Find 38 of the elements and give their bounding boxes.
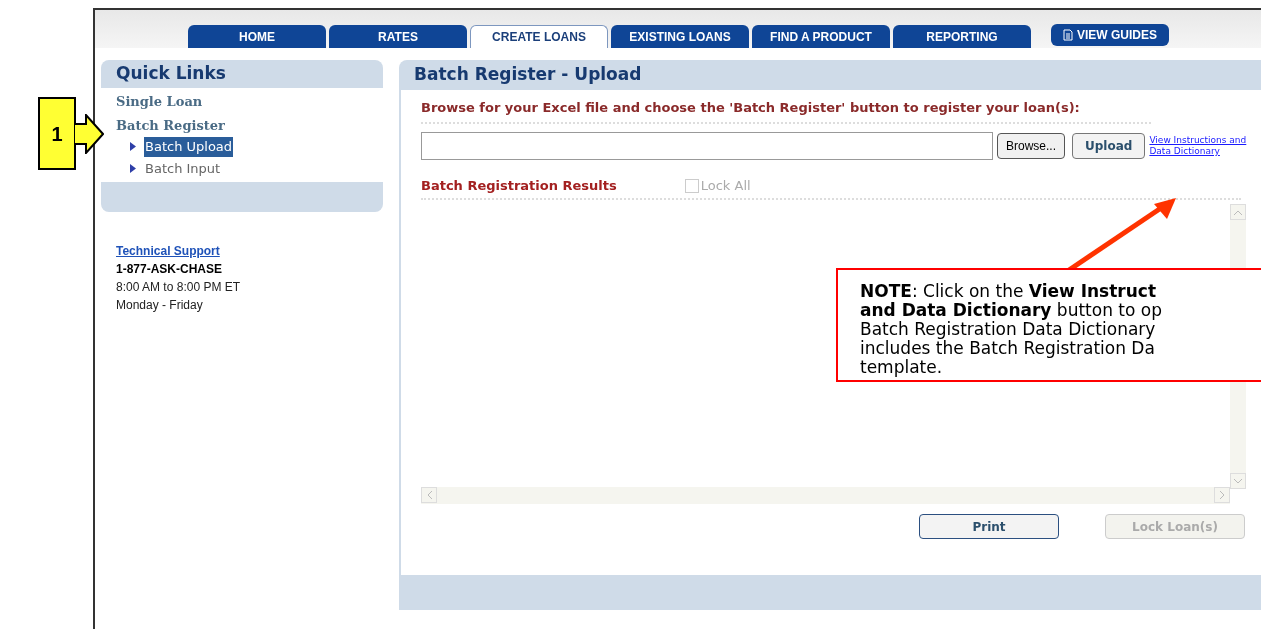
view-guides-button[interactable]: VIEW GUIDES [1051,24,1169,46]
instruction-text: Browse for your Excel file and choose the 'Batch Register' button to register your loan(s): [421,98,1151,124]
support-days: Monday - Friday [116,296,383,314]
nav-tab[interactable]: FIND A PRODUCT [752,25,890,48]
triangle-icon [130,163,136,173]
triangle-icon [130,142,136,152]
support-hours: 8:00 AM to 8:00 PM ET [116,279,242,296]
file-field[interactable] [421,132,993,160]
step-callout: 1 [38,97,76,170]
panel-title: Quick Links [115,62,227,86]
note-text: includes the Batch Registration Da [860,339,1156,358]
instructions-link[interactable]: View Instructions and Data Dictionary [1149,135,1247,157]
scroll-up-icon[interactable] [1230,204,1246,220]
quick-link[interactable]: Batch Register [116,115,225,135]
scroll-down-icon[interactable] [1230,473,1246,489]
note-text: NOTE: Click on the View Instruct [860,282,1158,301]
note-text: template. [860,358,944,377]
note-text: and Data Dictionary button to op [860,301,1163,320]
scroll-right-icon[interactable] [1214,487,1230,503]
section-title: Batch Registration Results [421,177,617,196]
document-icon [1063,29,1073,41]
nav-tab[interactable]: HOME [188,25,326,48]
quick-link[interactable]: Single Loan [116,92,203,112]
quick-link[interactable]: Batch Upload [144,137,234,157]
support-link[interactable]: Technical Support [116,242,220,260]
nav-tab[interactable]: REPORTING [893,25,1031,48]
print-button[interactable]: Print [919,514,1059,539]
support-phone: 1-877-ASK-CHASE [116,261,224,278]
scroll-left-icon[interactable] [421,487,437,503]
nav-tab[interactable]: EXISTING LOANS [611,25,749,48]
note-text: Batch Registration Data Dictionary [860,320,1156,339]
arrow-icon [74,113,104,154]
nav-tab[interactable]: CREATE LOANS [470,25,608,48]
upload-button[interactable]: Upload [1072,133,1146,159]
browse-button[interactable]: Browse... [997,133,1065,159]
quick-link[interactable]: Batch Input [144,158,222,178]
panel-title: Batch Register - Upload [413,63,643,87]
nav-tab[interactable]: RATES [329,25,467,48]
